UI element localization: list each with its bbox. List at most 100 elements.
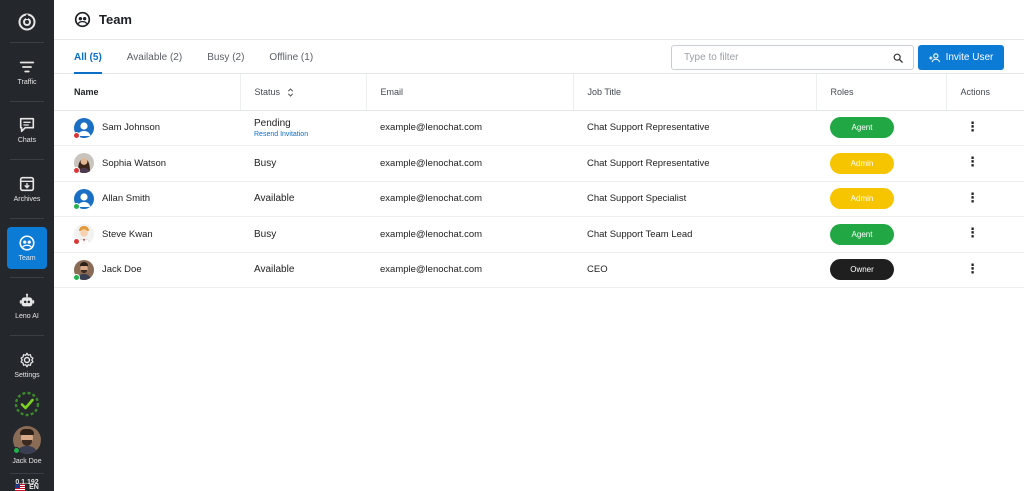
role-badge[interactable]: Owner xyxy=(830,259,894,281)
sidebar-item-label: Chats xyxy=(17,137,37,145)
role-badge[interactable]: Admin xyxy=(830,188,894,210)
current-user[interactable]: Jack Doe xyxy=(12,426,42,466)
sidebar: Traffic Chats Archives Team Leno AI Sett… xyxy=(0,0,54,491)
sidebar-item-traffic[interactable]: Traffic xyxy=(7,51,47,93)
chat-icon xyxy=(19,118,35,133)
member-email: example@lenochat.com xyxy=(366,252,573,288)
column-header-status-label: Status xyxy=(254,86,281,97)
sidebar-divider xyxy=(10,217,44,219)
role-badge[interactable]: Agent xyxy=(830,223,894,245)
presence-dot xyxy=(73,167,80,175)
sidebar-divider xyxy=(10,276,44,278)
column-header-name[interactable]: Name xyxy=(54,74,241,111)
main-content: Team All (5) Available (2) Busy (2) Offl… xyxy=(54,0,1024,491)
column-header-actions: Actions xyxy=(946,74,1024,111)
sidebar-divider xyxy=(10,41,44,43)
member-status: Busy xyxy=(254,157,277,169)
app-root: Traffic Chats Archives Team Leno AI Sett… xyxy=(0,0,1024,491)
avatar[interactable] xyxy=(13,426,41,455)
status-progress-icon[interactable] xyxy=(13,390,41,418)
member-name: Jack Doe xyxy=(102,264,142,276)
sidebar-item-label: Archives xyxy=(13,196,41,204)
presence-dot xyxy=(73,131,80,139)
filter-input[interactable] xyxy=(684,52,893,63)
sidebar-item-leno-ai[interactable]: Leno AI xyxy=(7,286,47,328)
table-row[interactable]: Steve Kwan Busy example@lenochat.com Cha… xyxy=(54,216,1024,253)
column-header-job-title[interactable]: Job Title xyxy=(573,74,817,111)
robot-icon xyxy=(19,294,35,307)
invite-user-button[interactable]: Invite User xyxy=(918,45,1004,70)
filter-icon xyxy=(19,61,35,73)
avatar xyxy=(73,117,94,139)
gear-icon xyxy=(20,352,34,368)
avatar xyxy=(73,224,94,246)
sort-icon[interactable] xyxy=(287,88,294,97)
member-status: Available xyxy=(254,193,295,205)
member-status: Pending xyxy=(254,117,291,129)
resend-invitation-link[interactable]: Resend Invitation xyxy=(254,131,366,138)
sidebar-divider xyxy=(10,335,44,337)
avatar xyxy=(73,188,94,210)
team-table: Name Status Email Job Title Roles Action… xyxy=(54,74,1024,288)
role-badge[interactable]: Admin xyxy=(830,152,894,174)
tab-bar: All (5) Available (2) Busy (2) Offline (… xyxy=(54,40,1024,74)
current-user-name: Jack Doe xyxy=(12,458,42,466)
more-actions-icon[interactable]: ⋮ xyxy=(966,262,979,275)
member-name: Sam Johnson xyxy=(102,122,161,134)
sidebar-divider xyxy=(10,159,44,161)
sidebar-divider xyxy=(10,100,44,102)
app-logo-icon[interactable] xyxy=(15,10,39,34)
add-user-icon xyxy=(928,52,940,62)
tab-offline[interactable]: Offline (1) xyxy=(269,52,313,73)
online-status-dot xyxy=(13,447,20,455)
more-actions-icon[interactable]: ⋮ xyxy=(966,155,979,168)
column-header-email[interactable]: Email xyxy=(366,74,574,111)
table-row[interactable]: Jack Doe Available example@lenochat.com … xyxy=(54,252,1024,288)
sidebar-divider xyxy=(10,473,44,475)
member-name: Sophia Watson xyxy=(102,157,167,169)
avatar xyxy=(73,153,94,175)
member-name: Steve Kwan xyxy=(102,228,153,240)
member-status: Available xyxy=(254,264,295,276)
team-icon xyxy=(19,235,35,251)
table-row[interactable]: Sophia Watson Busy example@lenochat.com … xyxy=(54,145,1024,182)
sidebar-item-label: Traffic xyxy=(17,78,37,86)
search-icon[interactable] xyxy=(893,53,903,63)
member-status: Busy xyxy=(254,228,277,240)
avatar xyxy=(73,259,94,281)
presence-dot xyxy=(73,273,80,281)
member-job-title: Chat Support Representative xyxy=(573,145,816,182)
archive-icon xyxy=(19,176,35,192)
sidebar-item-label: Leno AI xyxy=(15,313,39,321)
table-row[interactable]: Sam Johnson Pending Resend Invitation ex… xyxy=(54,110,1024,146)
member-job-title: CEO xyxy=(573,252,816,288)
column-header-status[interactable]: Status xyxy=(240,74,367,111)
sidebar-item-chats[interactable]: Chats xyxy=(7,110,47,152)
page-title: Team xyxy=(99,12,132,27)
more-actions-icon[interactable]: ⋮ xyxy=(966,120,979,133)
tab-all[interactable]: All (5) xyxy=(74,52,102,74)
more-actions-icon[interactable]: ⋮ xyxy=(966,191,979,204)
column-header-roles[interactable]: Roles xyxy=(816,74,947,111)
member-job-title: Chat Support Team Lead xyxy=(573,216,816,253)
sidebar-item-label: Settings xyxy=(14,372,40,380)
sidebar-item-archives[interactable]: Archives xyxy=(7,168,47,210)
sidebar-item-team[interactable]: Team xyxy=(7,226,47,269)
member-email: example@lenochat.com xyxy=(366,145,573,182)
presence-dot xyxy=(73,202,80,210)
sidebar-item-settings[interactable]: Settings xyxy=(7,344,47,386)
tab-available[interactable]: Available (2) xyxy=(127,52,182,73)
table-row[interactable]: Allan Smith Available example@lenochat.c… xyxy=(54,181,1024,217)
presence-dot xyxy=(73,238,80,246)
member-job-title: Chat Support Representative xyxy=(573,110,816,146)
team-icon xyxy=(74,11,91,28)
member-email: example@lenochat.com xyxy=(366,110,573,146)
member-name: Allan Smith xyxy=(102,193,151,205)
member-job-title: Chat Support Specialist xyxy=(573,181,816,217)
app-version: 0.1.192 xyxy=(15,479,39,486)
page-header: Team xyxy=(54,0,1024,40)
invite-user-label: Invite User xyxy=(945,52,994,63)
more-actions-icon[interactable]: ⋮ xyxy=(966,226,979,239)
tab-busy[interactable]: Busy (2) xyxy=(207,52,244,73)
role-badge[interactable]: Agent xyxy=(830,117,894,139)
